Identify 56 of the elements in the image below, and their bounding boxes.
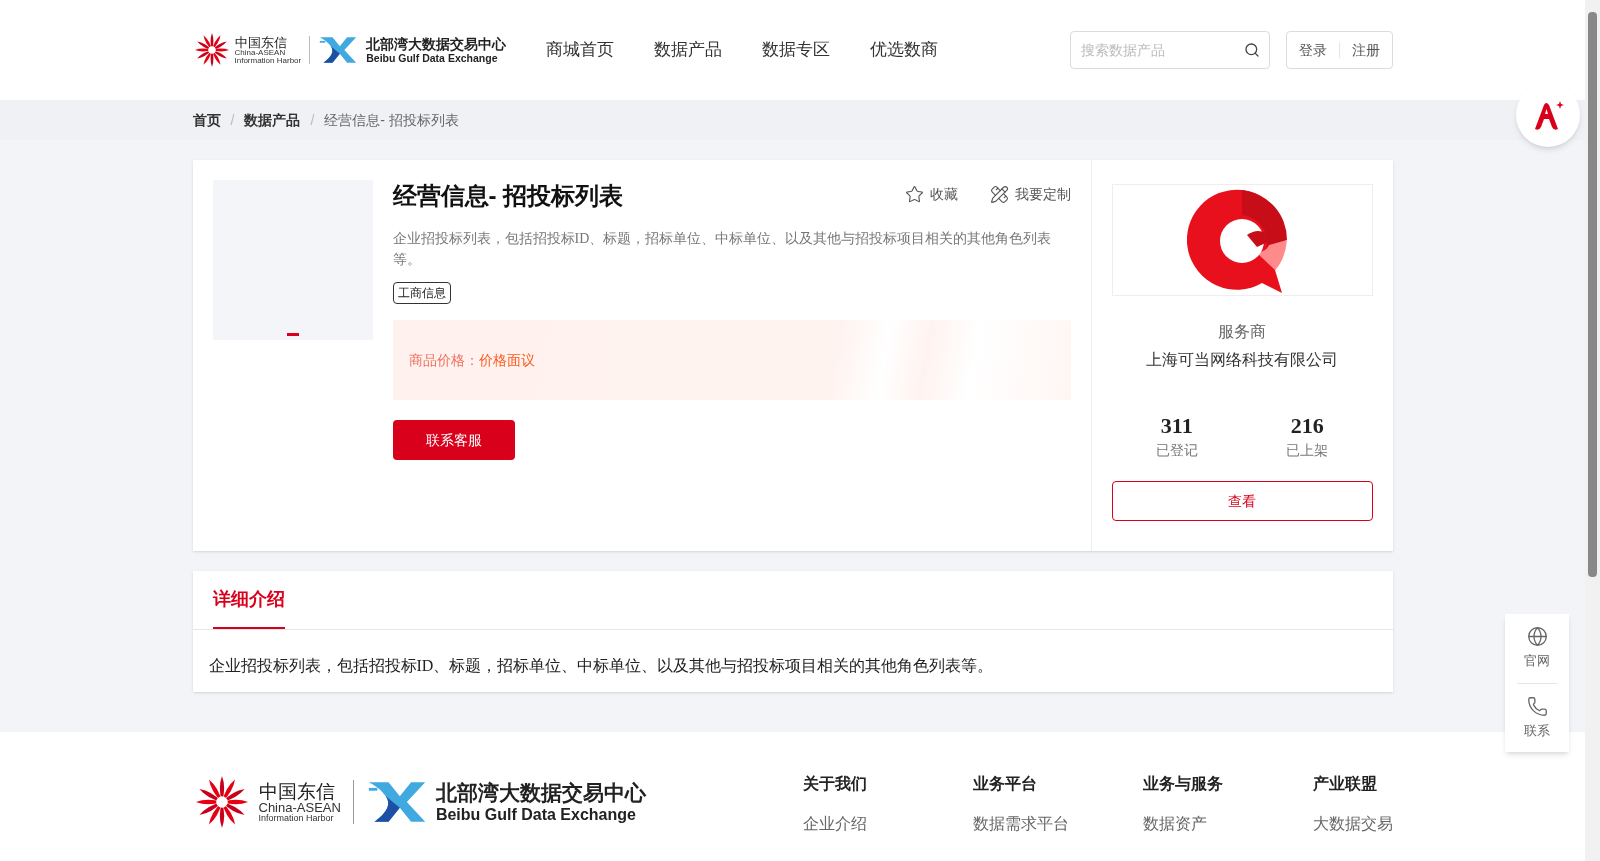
brand-subtitle: Information Harbor [234, 56, 302, 65]
exchange-name: 北部湾大数据交易中心 [366, 36, 507, 51]
website-button[interactable]: 官网 [1524, 614, 1550, 683]
nav-link[interactable]: 优选数商 [870, 37, 939, 63]
contact-side-button[interactable]: 联系 [1524, 683, 1550, 752]
footer-heading: 业务平台 [972, 774, 1038, 794]
nav-link[interactable]: 商城首页 [546, 37, 615, 63]
auth-link[interactable]: 注册 [1351, 39, 1380, 61]
brand-name: 中国东信 [234, 35, 288, 49]
stat-value: 216 [1290, 412, 1324, 440]
globe-icon [1526, 626, 1548, 647]
footer-link[interactable]: 大数据交易 [1312, 812, 1393, 836]
breadcrumb-separator: / [310, 110, 315, 130]
product-tag: 工商信息 [392, 282, 451, 304]
details-tab[interactable]: 详细介绍 [212, 571, 285, 629]
breadcrumb-current: 经营信息- 招投标列表 [324, 110, 459, 130]
phone-icon [1526, 695, 1548, 717]
contact-button[interactable]: 联系客服 [392, 420, 515, 460]
exchange-subtitle: Beibu Gulf Data Exchange [366, 52, 499, 64]
breadcrumb-link[interactable]: 首页 [192, 109, 221, 131]
search-icon[interactable] [1243, 42, 1260, 58]
search-field[interactable]: 搜索数据产品 [1069, 31, 1270, 69]
stat-label: 已登记 [1155, 441, 1198, 460]
footer-heading: 关于我们 [802, 774, 868, 794]
nav-link[interactable]: 数据产品 [654, 37, 723, 63]
nav-link[interactable]: 数据专区 [762, 37, 831, 63]
brand-subtitle: China-ASEAN [258, 800, 341, 814]
scrollbar[interactable] [1585, 0, 1600, 861]
footer-heading: 业务与服务 [1142, 774, 1224, 794]
stat-value: 311 [1160, 412, 1193, 440]
price-value: 价格面议 [478, 350, 535, 370]
favorite-button[interactable]: 收藏 [904, 184, 958, 205]
footer-link[interactable]: 数据需求平台 [972, 812, 1143, 836]
price-label: 商品价格： [408, 350, 479, 370]
product-description: 企业招投标列表，包括招投标ID、标题，招标单位、中标单位、以及其他与招投标项目相关的其他角色列表等。 [392, 230, 1053, 269]
details-text: 企业招投标列表，包括招投标ID、标题，招标单位、中标单位、以及其他与招投标项目相关的其他角色列表等。 [207, 656, 995, 676]
footer-link[interactable]: 企业介绍 [802, 812, 973, 836]
brand-name: 中国东信 [258, 781, 336, 801]
brand-subtitle: Information Harbor [258, 813, 335, 823]
view-button[interactable]: 查看 [1111, 481, 1373, 521]
auth-link[interactable]: 登录 [1298, 39, 1327, 61]
product-title: 经营信息- 招投标列表 [392, 181, 624, 211]
breadcrumb-separator: / [230, 110, 235, 130]
exchange-subtitle: Beibu Gulf Data Exchange [435, 806, 637, 823]
star-icon [904, 185, 924, 204]
pencil-ruler-icon [989, 185, 1009, 204]
x-logo-icon [318, 35, 359, 65]
stat-label: 已上架 [1286, 441, 1329, 460]
brand-subtitle: China-ASEAN [234, 48, 286, 57]
customize-button[interactable]: 我要定制 [989, 184, 1071, 205]
exchange-name: 北部湾大数据交易中心 [435, 781, 646, 803]
provider-label: 服务商 [1218, 322, 1266, 342]
footer-link[interactable]: 数据资产 [1142, 812, 1313, 836]
provider-name: 上海可当网络科技有限公司 [1146, 350, 1338, 370]
breadcrumb-link[interactable]: 数据产品 [244, 109, 301, 131]
footer-heading: 产业联盟 [1312, 774, 1378, 794]
